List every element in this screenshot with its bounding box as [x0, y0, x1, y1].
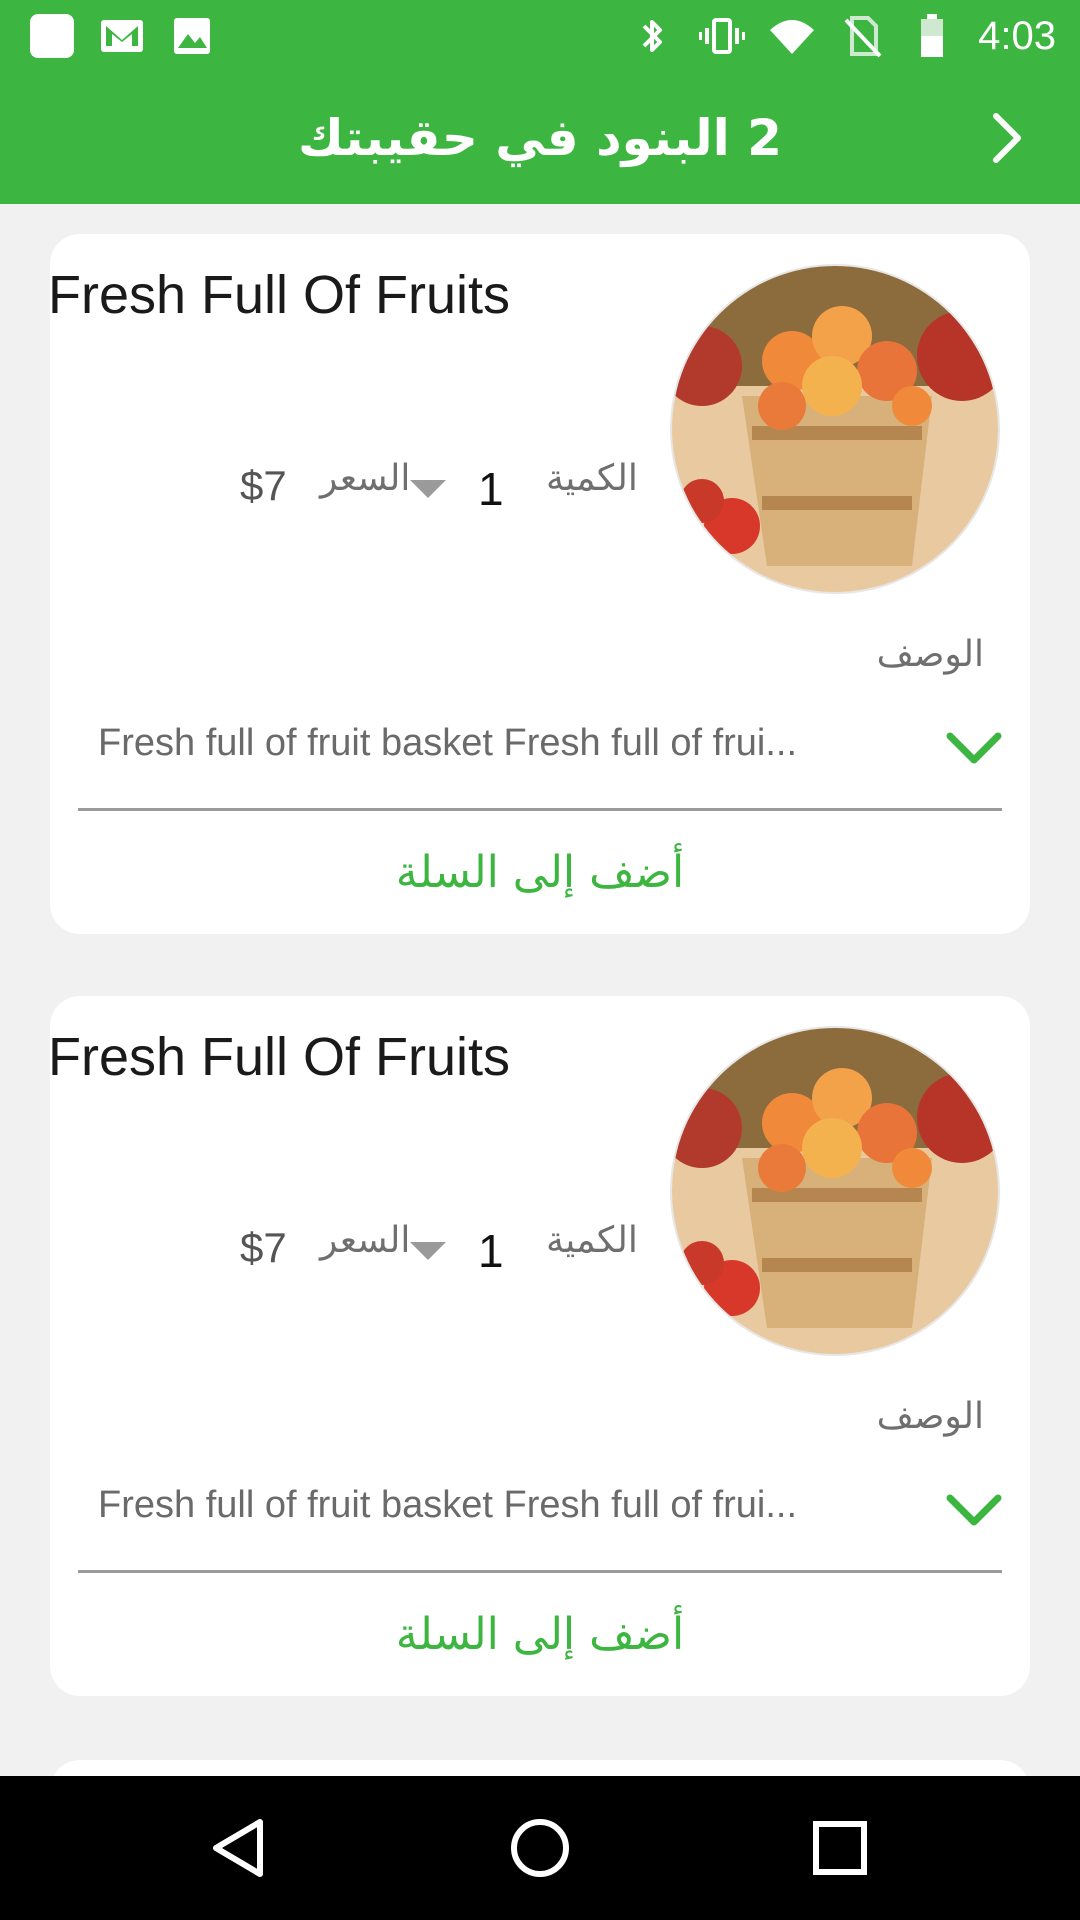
caret-down-icon[interactable] [410, 480, 446, 500]
wifi-icon [768, 12, 816, 60]
app-square-icon [28, 12, 76, 60]
caret-down-icon[interactable] [410, 1242, 446, 1262]
gmail-icon [98, 12, 146, 60]
chevron-right-icon[interactable] [976, 106, 1040, 170]
description-text: Fresh full of fruit basket Fresh full of… [98, 722, 798, 764]
description-text: Fresh full of fruit basket Fresh full of… [98, 1484, 798, 1526]
status-right-icons: 4:03 [628, 10, 1056, 62]
system-nav-bar [0, 1776, 1080, 1920]
status-time: 4:03 [978, 13, 1056, 58]
cart-item-card: Fresh Full Of Fruits الكمية 1 السعر $7 ا… [48, 234, 1030, 934]
description-label: الوصف [876, 1396, 984, 1437]
quantity-price-row: الكمية 1 السعر $7 [50, 1216, 1030, 1280]
quantity-value[interactable]: 1 [478, 1224, 504, 1278]
quantity-label: الكمية [546, 458, 638, 499]
divider [78, 1570, 1002, 1573]
item-image [670, 264, 1000, 594]
vibrate-icon [698, 12, 746, 60]
recents-icon[interactable] [804, 1812, 876, 1884]
status-left-icons [28, 10, 216, 62]
add-to-cart-button[interactable]: أضف إلى السلة [50, 1594, 1030, 1674]
price-label: السعر [320, 1220, 411, 1261]
description-label: الوصف [876, 634, 984, 675]
add-to-cart-button[interactable]: أضف إلى السلة [50, 832, 1030, 912]
quantity-label: الكمية [546, 1220, 638, 1261]
chevron-down-icon[interactable] [944, 718, 1004, 778]
app-bar: 2 البنود في حقيبتك [0, 72, 1080, 204]
price-label: السعر [320, 458, 411, 499]
item-image [670, 1026, 1000, 1356]
back-icon[interactable] [204, 1812, 276, 1884]
no-sim-icon [838, 12, 886, 60]
chevron-down-icon[interactable] [944, 1480, 1004, 1540]
price-value: $7 [240, 462, 287, 509]
cart-list[interactable]: Fresh Full Of Fruits الكمية 1 السعر $7 ا… [0, 204, 1080, 1776]
home-icon[interactable] [504, 1812, 576, 1884]
page-title: 2 البنود في حقيبتك [298, 109, 782, 167]
image-icon [168, 12, 216, 60]
divider [78, 808, 1002, 811]
quantity-price-row: الكمية 1 السعر $7 [50, 454, 1030, 518]
price-value: $7 [240, 1224, 287, 1271]
item-title: Fresh Full Of Fruits [48, 1027, 511, 1087]
item-title: Fresh Full Of Fruits [48, 265, 511, 325]
cart-item-card-partial [50, 1760, 1030, 1776]
status-bar: 4:03 [0, 0, 1080, 72]
bluetooth-icon [628, 12, 676, 60]
battery-icon [908, 12, 956, 60]
cart-item-card: Fresh Full Of Fruits الكمية 1 السعر $7 ا… [48, 996, 1030, 1696]
quantity-value[interactable]: 1 [478, 462, 504, 516]
